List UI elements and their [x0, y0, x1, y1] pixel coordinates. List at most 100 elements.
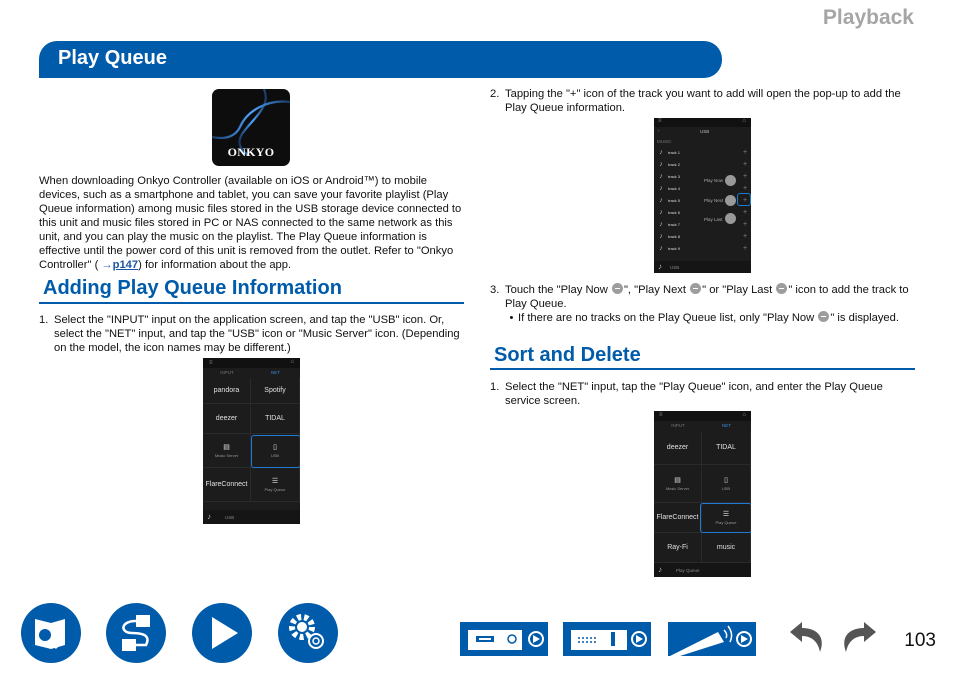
- app-screenshot-track-list: ≡ ⌂ ‹ USB MUSIC ♪ track 1 + ♪ track 2 + ♪ track…: [654, 118, 751, 273]
- add-plus-icon: +: [742, 184, 748, 192]
- intro-text: When downloading Onkyo Controller (avail…: [39, 175, 462, 271]
- tab-input: INPUT: [671, 423, 685, 428]
- section-label: Playback: [822, 6, 914, 29]
- music-note-icon: ♪: [659, 172, 663, 180]
- app-top-bar: ≡ ⌂: [203, 358, 300, 368]
- step-1-select-usb: 1. Select the "INPUT" input on the appli…: [39, 313, 464, 355]
- app-icon-label: ONKYO: [227, 145, 275, 159]
- music-note-icon: ♪: [658, 262, 662, 271]
- music-note-icon: ♪: [658, 565, 662, 574]
- app-top-bar: ≡ ⌂: [654, 411, 751, 421]
- highlight-plus: [737, 193, 751, 206]
- menu-icon: ≡: [209, 360, 213, 366]
- tile-deezer: deezer: [203, 404, 251, 434]
- tile-play-queue: ☰ Play Queue: [251, 468, 300, 502]
- settings-nav-button[interactable]: [278, 603, 338, 663]
- front-panel-button[interactable]: [460, 622, 548, 656]
- heading-rule: [39, 302, 464, 304]
- rear-panel-icon: [571, 630, 647, 650]
- track-row: ♪ track 6 +: [654, 206, 751, 218]
- track-row: ♪ track 9 +: [654, 242, 751, 254]
- tile-deezer: deezer: [654, 431, 702, 465]
- intro-text-end: ) for information about the app.: [138, 259, 292, 271]
- track-name: track 1: [668, 149, 681, 155]
- app-bottom-bar: ♪ USB: [654, 261, 751, 273]
- remote-button[interactable]: [668, 622, 756, 656]
- add-plus-icon: +: [742, 232, 748, 240]
- track-name: track 2: [668, 161, 681, 167]
- play-last-icon: [725, 213, 736, 224]
- tab-input: INPUT: [220, 370, 234, 375]
- bullet-note: • If there are no tracks on the Play Que…: [505, 311, 930, 325]
- connections-icon: [122, 615, 150, 651]
- tile-pandora: pandora: [203, 378, 251, 404]
- track-row: ♪ track 7 +: [654, 218, 751, 230]
- tile-tidal: TIDAL: [702, 431, 751, 465]
- app-screenshot-input-select: ≡ ⌂ INPUT NET pandora Spotify deezer TID…: [203, 358, 300, 524]
- back-button[interactable]: [788, 620, 828, 656]
- step-2-tap-plus: 2. Tapping the "+" icon of the track you…: [490, 87, 915, 115]
- connections-nav-button[interactable]: [106, 603, 166, 663]
- add-plus-icon: +: [742, 172, 748, 180]
- play-now-icon: [725, 175, 736, 186]
- music-note-icon: ♪: [659, 148, 663, 156]
- footer-source: Play Queue: [676, 568, 700, 573]
- music-note-icon: ♪: [659, 232, 663, 240]
- tile-spotify: Spotify: [251, 378, 300, 404]
- step-text: Select the "INPUT" input on the applicat…: [54, 314, 460, 354]
- contents-icon: [35, 619, 65, 649]
- bullet-text: If there are no tracks on the Play Queue…: [518, 311, 899, 324]
- step-number: 3.: [490, 284, 500, 296]
- section-label: MUSIC: [657, 139, 672, 144]
- bullet-icon: •: [509, 312, 514, 324]
- step-number: 1.: [490, 381, 500, 393]
- rear-panel-button[interactable]: [563, 622, 651, 656]
- settings-icon: [289, 614, 324, 649]
- page-link-p147[interactable]: p147: [113, 259, 139, 271]
- popup-play-last-label: Play Last: [704, 217, 723, 222]
- tile-flareconnect: FlareConnect: [654, 503, 702, 533]
- tile-tidal: TIDAL: [251, 404, 300, 434]
- track-name: track 8: [668, 233, 681, 239]
- footer-source: USB: [670, 265, 680, 270]
- home-icon: ⌂: [742, 412, 746, 418]
- play-next-icon: [725, 195, 736, 206]
- page-title: Play Queue: [58, 47, 167, 69]
- step-1-play-queue: 1. Select the "NET" input, tap the "Play…: [490, 380, 915, 408]
- app-bottom-bar: ♪ USB: [203, 510, 300, 524]
- play-now-icon: [818, 311, 830, 322]
- screen-title: USB: [700, 129, 710, 134]
- footer-source: USB: [225, 515, 235, 520]
- tile-usb: ▯ USB: [702, 465, 751, 503]
- music-note-icon: ♪: [659, 160, 663, 168]
- highlight-play-queue: [700, 503, 751, 533]
- playback-nav-button[interactable]: [192, 603, 252, 663]
- track-name: track 9: [668, 245, 681, 251]
- home-icon: ⌂: [290, 359, 294, 365]
- play-next-icon: [690, 283, 702, 294]
- app-bottom-bar: ♪ Play Queue: [654, 563, 751, 577]
- page-number: 103: [904, 630, 936, 651]
- heading-sort-delete: Sort and Delete: [494, 344, 641, 366]
- forward-button[interactable]: [838, 620, 878, 656]
- music-note-icon: ♪: [659, 244, 663, 252]
- undo-arrow-icon: [790, 622, 822, 652]
- add-plus-icon: +: [742, 220, 748, 228]
- step-number: 2.: [490, 88, 500, 100]
- playback-icon: [212, 617, 238, 649]
- music-note-icon: ♪: [659, 220, 663, 228]
- add-plus-icon: +: [742, 208, 748, 216]
- redo-arrow-icon: [844, 622, 876, 652]
- tile-ray-fi: Ray-Fi: [654, 533, 702, 563]
- home-icon: ⌂: [742, 118, 746, 124]
- contents-nav-button[interactable]: [21, 603, 81, 663]
- onkyo-app-icon: ONKYO: [212, 89, 290, 166]
- tab-net: NET: [722, 423, 731, 428]
- highlight-usb: [251, 435, 300, 468]
- step-number: 1.: [39, 314, 49, 326]
- front-panel-icon: [468, 630, 544, 650]
- intro-paragraph: When downloading Onkyo Controller (avail…: [39, 174, 464, 272]
- track-row: ♪ track 4 +: [654, 182, 751, 194]
- title-banner: Play Queue: [39, 41, 722, 78]
- step-text: Select the "NET" input, tap the "Play Qu…: [505, 381, 883, 407]
